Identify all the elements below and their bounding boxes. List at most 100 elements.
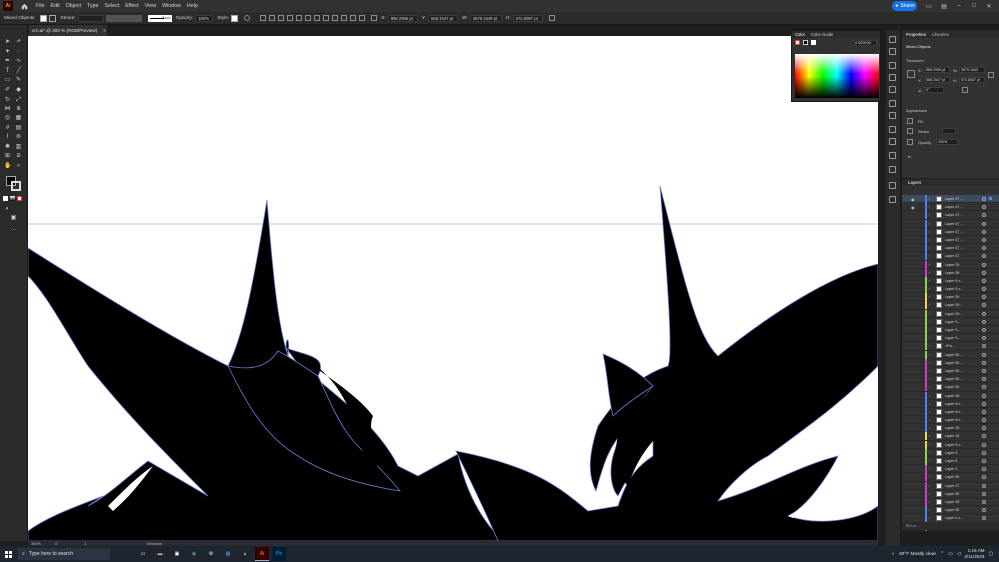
prop-w-field[interactable]: 3679.1649 xyxy=(959,67,985,73)
width-tool-icon[interactable]: ⋈ xyxy=(4,106,11,112)
layer-row[interactable]: › Layer 29 xyxy=(902,260,999,269)
zoom-tool-icon[interactable]: ⌕ xyxy=(15,163,22,169)
expand-chevron-icon[interactable]: › xyxy=(929,483,930,488)
layer-row[interactable]: › Layer 1 xyxy=(902,465,999,474)
expand-chevron-icon[interactable]: › xyxy=(929,499,930,504)
target-circle-icon[interactable] xyxy=(982,352,986,357)
prop-x-field[interactable]: 868.2995 pt xyxy=(924,67,950,73)
target-circle-icon[interactable] xyxy=(982,205,986,210)
target-circle-icon[interactable] xyxy=(982,237,986,242)
symbols-panel-icon[interactable] xyxy=(889,100,896,107)
expand-chevron-icon[interactable]: › xyxy=(929,425,930,430)
menu-effect[interactable]: Effect xyxy=(125,3,138,9)
layer-name[interactable]: Layer 39 ... xyxy=(945,353,963,357)
layer-row[interactable]: › Layer 39 xyxy=(902,383,999,392)
draw-mode-icon[interactable]: ◐ xyxy=(4,206,11,212)
edit-toolbar-icon[interactable]: ··· xyxy=(10,227,17,233)
mesh-tool-icon[interactable]: # xyxy=(4,125,11,131)
brush-definition[interactable]: Basic xyxy=(147,14,172,22)
layer-name[interactable]: Layer 47 ... xyxy=(945,213,963,217)
notifications-icon[interactable]: ▢ xyxy=(988,552,993,557)
layer-name[interactable]: Layer 28 xyxy=(945,271,959,275)
expand-chevron-icon[interactable]: › xyxy=(929,262,930,267)
expand-chevron-icon[interactable]: › xyxy=(929,384,930,389)
color-mode-buttons[interactable] xyxy=(3,196,25,201)
layer-name[interactable]: Layer 9 c... xyxy=(945,279,963,283)
target-circle-icon[interactable] xyxy=(982,434,986,439)
align-bottom-icon[interactable] xyxy=(305,15,312,21)
eyedropper-tool-icon[interactable]: ⌇ xyxy=(4,134,11,140)
layer-name[interactable]: Layer 47 xyxy=(945,254,959,258)
expand-chevron-icon[interactable]: › xyxy=(929,302,930,307)
layer-row[interactable]: › Layer 3... xyxy=(902,326,999,335)
layer-name[interactable]: Layer 39 xyxy=(945,295,959,299)
flip-icon[interactable] xyxy=(962,87,968,93)
reference-point-icon[interactable] xyxy=(907,70,915,78)
target-circle-icon[interactable] xyxy=(982,491,986,496)
layer-name[interactable]: Layer 39 ... xyxy=(945,377,963,381)
target-circle-icon[interactable] xyxy=(982,360,986,365)
artwork[interactable] xyxy=(28,36,878,541)
layer-name[interactable]: Layer 9 c... xyxy=(945,410,963,414)
layer-row[interactable]: › Layer 35 xyxy=(902,489,999,498)
layer-name[interactable]: Layer 3... xyxy=(945,336,960,340)
fx-button[interactable]: fx. xyxy=(908,154,912,159)
hex-input[interactable]: # 000000 xyxy=(853,39,877,46)
layer-name[interactable]: Layer 47 ... xyxy=(945,238,963,242)
layer-row[interactable]: › Layer 39 ... xyxy=(902,366,999,376)
appearance-panel-icon[interactable] xyxy=(889,152,896,159)
distribute-bottom-icon[interactable] xyxy=(332,15,339,21)
menu-help[interactable]: Help xyxy=(187,3,198,9)
scale-tool-icon[interactable]: ⤢ xyxy=(15,97,22,103)
target-circle-icon[interactable] xyxy=(982,262,986,267)
recolor-icon[interactable] xyxy=(244,15,251,21)
layer-row[interactable]: › Layer 28 xyxy=(902,268,999,277)
tab-color[interactable]: Color xyxy=(795,32,805,37)
target-circle-icon[interactable] xyxy=(982,385,986,390)
layer-name[interactable]: Layer 39 ... xyxy=(945,312,963,316)
color-spectrum[interactable] xyxy=(795,54,879,98)
expand-chevron-icon[interactable]: › xyxy=(929,319,930,324)
expand-chevron-icon[interactable]: › xyxy=(929,417,930,422)
transform-options-icon[interactable] xyxy=(548,15,555,21)
target-circle-icon[interactable] xyxy=(982,221,986,226)
artboards-panel-icon[interactable] xyxy=(889,196,896,203)
target-circle-icon[interactable] xyxy=(982,426,986,431)
pen-tool-icon[interactable]: ✒ xyxy=(4,58,11,64)
store-icon[interactable]: ▣ xyxy=(170,547,184,561)
chrome-icon[interactable]: ◉ xyxy=(187,547,201,561)
target-circle-icon[interactable] xyxy=(982,311,986,316)
layer-name[interactable]: Layer 27 xyxy=(945,484,959,488)
layer-name[interactable]: Layer 25 xyxy=(945,475,959,479)
layer-row[interactable]: › Layer 9 c... xyxy=(902,285,999,294)
distribute-left-icon[interactable] xyxy=(341,15,348,21)
settings-icon[interactable]: ⚙ xyxy=(204,547,218,561)
target-circle-icon[interactable] xyxy=(982,368,986,373)
layer-name[interactable]: Layer 1 xyxy=(945,467,957,471)
gradient-tool-icon[interactable]: ▤ xyxy=(15,125,22,131)
curvature-tool-icon[interactable]: ∿ xyxy=(15,58,22,64)
menu-view[interactable]: View xyxy=(145,3,156,9)
tab-layers[interactable]: Layers xyxy=(902,179,999,186)
distribute-right-icon[interactable] xyxy=(359,15,366,21)
selection-tool-icon[interactable]: ➤ xyxy=(4,39,11,45)
layer-name[interactable]: Layer 9 xyxy=(945,451,957,455)
rotate-tool-icon[interactable]: ↻ xyxy=(4,97,11,103)
eraser-tool-icon[interactable]: ◆ xyxy=(15,87,22,93)
layer-row[interactable]: › Layer 15 xyxy=(902,432,999,441)
tab-properties[interactable]: Properties xyxy=(906,32,926,37)
slice-tool-icon[interactable]: ⧄ xyxy=(15,153,22,159)
expand-chevron-icon[interactable]: › xyxy=(929,393,930,398)
target-circle-icon[interactable] xyxy=(982,213,986,218)
layer-name[interactable]: Layer 39 ... xyxy=(945,369,963,373)
expand-chevron-icon[interactable]: › xyxy=(929,286,930,291)
artboard-canvas[interactable] xyxy=(28,36,878,541)
expand-chevron-icon[interactable]: › xyxy=(929,311,930,316)
none-swatch[interactable] xyxy=(795,40,800,45)
align-middle-icon[interactable] xyxy=(296,15,303,21)
visibility-eye-icon[interactable]: ◉ xyxy=(911,197,916,202)
target-circle-icon[interactable] xyxy=(982,442,986,447)
layer-row[interactable]: › Layer 9 c... xyxy=(902,276,999,286)
expand-chevron-icon[interactable]: › xyxy=(929,237,930,242)
expand-chevron-icon[interactable]: › xyxy=(929,212,930,217)
